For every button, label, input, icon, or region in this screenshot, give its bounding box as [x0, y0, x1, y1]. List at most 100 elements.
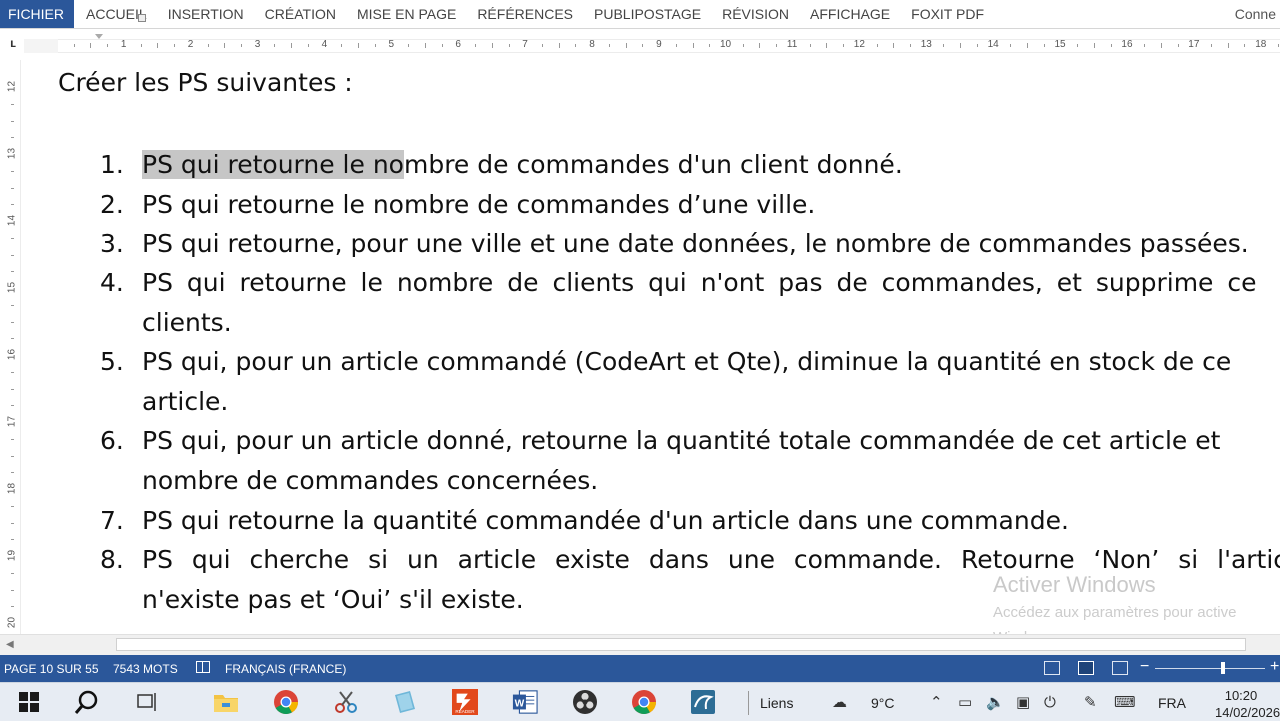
ruler-tick	[90, 43, 92, 48]
mysql-workbench-icon[interactable]	[690, 689, 716, 715]
vertical-ruler-number: 15	[6, 281, 18, 294]
vertical-ruler-tick	[11, 572, 14, 574]
tab-r-vision[interactable]: RÉVISION	[722, 6, 789, 22]
temperature[interactable]: 9°C	[871, 695, 895, 711]
horizontal-scrollbar[interactable]: ◀	[0, 634, 1280, 655]
vertical-ruler-tick	[11, 589, 14, 591]
pen-icon[interactable]: ✎	[1084, 693, 1097, 711]
ruler-tick	[692, 43, 694, 48]
chevron-up-icon[interactable]: ⌃	[930, 693, 943, 711]
ruler-tick	[960, 43, 962, 48]
speaker-icon[interactable]: 🔈	[986, 693, 1005, 711]
vertical-ruler-tick	[11, 405, 14, 407]
file-explorer-icon[interactable]	[213, 689, 239, 715]
windows-start-icon[interactable]	[16, 689, 42, 715]
vertical-ruler-number: 19	[6, 549, 18, 562]
ruler-tick	[1160, 43, 1162, 48]
vertical-ruler-tick	[11, 438, 14, 440]
document-page[interactable]: Créer les PS suivantes : 1. PS qui retour…	[24, 58, 1280, 632]
tab-affichage[interactable]: AFFICHAGE	[810, 6, 890, 22]
ruler-tick	[1093, 43, 1095, 48]
ruler-number: 16	[1121, 39, 1133, 50]
ruler-tick	[742, 44, 744, 47]
tab-mise-en-page[interactable]: MISE EN PAGE	[357, 6, 456, 22]
ruler-number: 7	[522, 39, 528, 50]
tab-fichier[interactable]: FICHIER	[0, 0, 74, 28]
list-item-text: PS qui, pour un article donné, retourne …	[142, 426, 1221, 455]
tab-selector[interactable]: L	[6, 38, 20, 52]
vertical-ruler-tick	[11, 321, 14, 323]
horizontal-ruler[interactable]: L 1 2 3 4 5 6 7 8 9 10 11 12 13 14 15 16 17 18	[0, 36, 1280, 56]
tab-r-f-rences[interactable]: RÉFÉRENCES	[477, 6, 573, 22]
keyboard-icon[interactable]: ⌨	[1114, 693, 1136, 711]
list-item-text: nombre de commandes concernées.	[142, 466, 599, 495]
list-item-text: PS qui retourne la quantité commandée d'…	[142, 506, 1069, 535]
tab-foxit-pdf[interactable]: FOXIT PDF	[911, 6, 984, 22]
taskbar-clock[interactable]: 10:20 14/02/2026	[1215, 687, 1280, 721]
tab-cr-ation[interactable]: CRÉATION	[265, 6, 336, 22]
ruler-number: 11	[786, 39, 798, 50]
foxit-reader-icon[interactable]: READER	[452, 689, 478, 715]
vertical-ruler-tick	[11, 606, 14, 608]
text-selection: PS qui retourne le no	[142, 150, 404, 179]
links-toolbar[interactable]: Liens	[760, 695, 793, 711]
task-view-icon[interactable]	[134, 689, 160, 715]
activate-windows-line1: Accédez aux paramètres pour active	[993, 604, 1237, 621]
battery-icon[interactable]: ▣	[1016, 693, 1030, 711]
ruler-tick	[608, 44, 610, 47]
ruler-tick	[291, 43, 293, 48]
chrome-icon[interactable]	[273, 689, 299, 715]
zoom-slider-thumb[interactable]	[1221, 662, 1225, 674]
power-icon[interactable]: ⏻	[1044, 693, 1056, 711]
language-status[interactable]: FRANÇAIS (FRANCE)	[225, 662, 346, 676]
obs-icon[interactable]	[572, 689, 598, 715]
input-language[interactable]: FRA	[1158, 695, 1186, 711]
ruler-tick	[759, 43, 761, 48]
ruler-tick	[1177, 44, 1179, 47]
page-count[interactable]: PAGE 10 SUR 55	[4, 662, 99, 676]
ruler-tick	[809, 44, 811, 47]
ruler-number: 10	[720, 39, 732, 50]
ruler-tick	[1277, 44, 1279, 47]
tab-insertion[interactable]: INSERTION	[168, 6, 244, 22]
network-icon[interactable]: ▭	[958, 693, 972, 711]
zoom-in-icon[interactable]: +	[1270, 658, 1279, 676]
list-number: 8.	[100, 545, 124, 574]
ruler-tick	[642, 44, 644, 47]
ruler-tick	[709, 44, 711, 47]
web-layout-icon[interactable]	[1112, 661, 1128, 675]
ruler-tick	[909, 44, 911, 47]
vertical-ruler-tick	[11, 388, 14, 390]
ruler-tick	[1227, 43, 1229, 48]
word-icon[interactable]: W	[512, 689, 538, 715]
search-icon[interactable]	[74, 689, 100, 715]
account-connect[interactable]: Conne	[1235, 0, 1280, 28]
vertical-ruler-tick	[11, 254, 14, 256]
tab-publipostage[interactable]: PUBLIPOSTAGE	[594, 6, 701, 22]
vertical-ruler-tick	[11, 455, 14, 457]
left-indent-marker[interactable]	[138, 14, 146, 22]
print-layout-icon[interactable]	[1078, 661, 1094, 675]
weather-icon[interactable]: ☁	[832, 693, 847, 711]
chrome-icon-2[interactable]	[631, 689, 657, 715]
scrollbar-thumb[interactable]	[116, 638, 1246, 651]
vertical-ruler-number: 20	[6, 616, 18, 629]
sticky-notes-icon[interactable]	[392, 689, 418, 715]
proofing-book-icon[interactable]	[196, 661, 210, 673]
list-number: 3.	[100, 229, 124, 258]
zoom-slider[interactable]	[1155, 668, 1265, 669]
scroll-left-icon[interactable]: ◀	[6, 639, 14, 650]
ruler-tick	[542, 44, 544, 47]
word-count[interactable]: 7543 MOTS	[113, 662, 178, 676]
first-line-indent-marker[interactable]	[95, 34, 103, 39]
read-mode-icon[interactable]	[1044, 661, 1060, 675]
activate-windows-title: Activer Windows	[993, 572, 1156, 597]
ruler-tick	[876, 44, 878, 47]
list-number: 7.	[100, 506, 124, 535]
ruler-tick	[424, 43, 426, 48]
ruler-tick	[107, 44, 109, 47]
zoom-out-icon[interactable]: −	[1140, 658, 1149, 676]
vertical-ruler-tick	[11, 304, 14, 306]
snipping-tool-icon[interactable]	[333, 689, 359, 715]
ruler-tick	[575, 44, 577, 47]
